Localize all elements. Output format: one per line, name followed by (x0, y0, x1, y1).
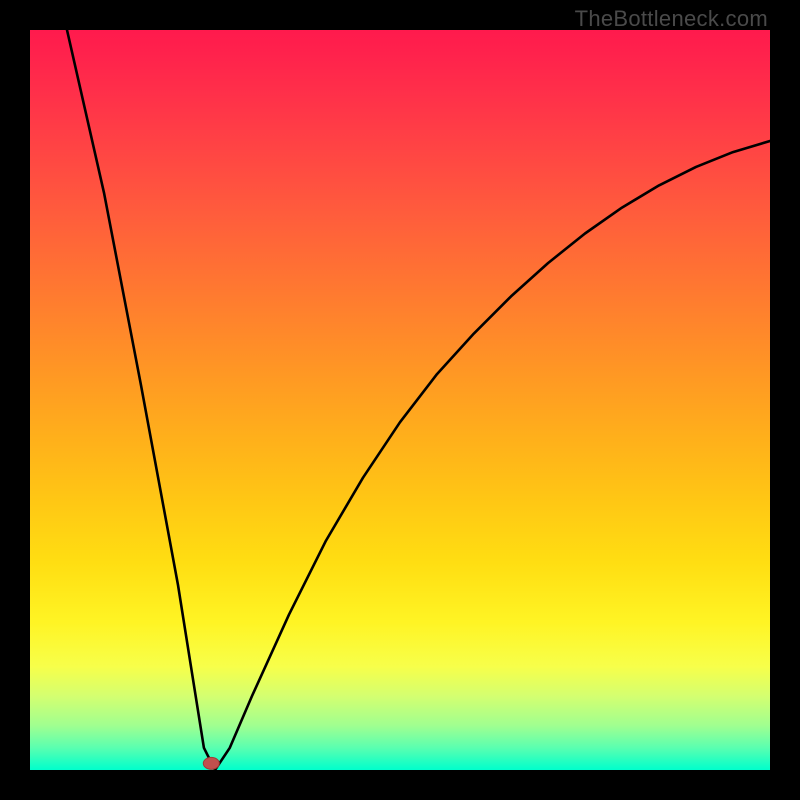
bottleneck-curve-group (67, 30, 770, 770)
plot-area (30, 30, 770, 770)
chart-svg (30, 30, 770, 770)
minimum-marker (203, 757, 219, 769)
chart-frame: TheBottleneck.com (0, 0, 800, 800)
site-watermark: TheBottleneck.com (575, 6, 768, 32)
bottleneck-curve (67, 30, 770, 770)
